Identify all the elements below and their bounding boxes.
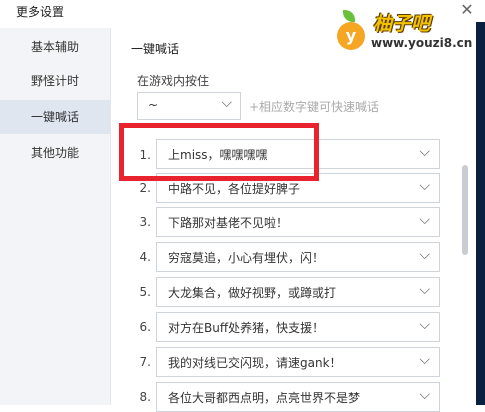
row-number: 7.: [139, 355, 151, 369]
chevron-down-icon: ⌵: [419, 352, 430, 368]
quick-chat-select-5[interactable]: 大龙集合，做好视野，或蹲或打 ⌵: [156, 277, 440, 307]
chevron-down-icon: ⌵: [419, 247, 430, 263]
sidebar-item-label: 基本辅助: [30, 40, 79, 54]
row-number: 2.: [139, 181, 151, 195]
quick-chat-text: 对方在Buff处养猪，快支援！: [168, 321, 325, 335]
sidebar: 基本辅助 野怪计时 一键喊话 其他功能: [0, 28, 111, 405]
quick-chat-text: 中路不见，各位提好脾子: [168, 182, 301, 196]
quick-chat-text: 我的对线已交闪现，请速gank！: [168, 356, 342, 370]
leaf-icon: [343, 10, 355, 22]
hotkey-select[interactable]: ~ ⌵: [137, 92, 241, 120]
scrollbar-thumb[interactable]: [462, 165, 468, 255]
chevron-down-icon: ⌵: [419, 387, 430, 403]
main-panel: 一键喊话 在游戏内按住 ~ ⌵ +相应数字键可快速喊话 1. 上miss，嘿嘿嘿…: [111, 28, 485, 412]
sidebar-item-jungle-timer[interactable]: 野怪计时: [0, 64, 110, 98]
quick-chat-select-6[interactable]: 对方在Buff处养猪，快支援！ ⌵: [156, 312, 440, 342]
watermark-logo: y 柚子吧 www.youzi8.cn: [335, 8, 472, 52]
sidebar-item-other-features[interactable]: 其他功能: [0, 136, 110, 170]
logo-url: www.youzi8.cn: [371, 36, 473, 50]
quick-chat-text: 各位大哥都西点明，点亮世界不是梦: [168, 391, 361, 405]
quick-chat-select-4[interactable]: 穷寇莫追，小心有埋伏，闪！ ⌵: [156, 242, 440, 272]
quick-chat-select-3[interactable]: 下路那对基佬不见啦！ ⌵: [156, 207, 440, 237]
chevron-down-icon: ⌵: [419, 144, 430, 160]
hotkey-help-text: +相应数字键可快速喊话: [249, 100, 380, 114]
row-number: 5.: [139, 285, 151, 299]
logo-name: 柚子吧: [373, 13, 431, 35]
sidebar-item-label: 其他功能: [30, 146, 79, 160]
logo-badge: y: [337, 22, 365, 50]
hotkey-label: 在游戏内按住: [137, 74, 210, 88]
chevron-down-icon: ⌵: [419, 282, 430, 298]
quick-chat-select-8[interactable]: 各位大哥都西点明，点亮世界不是梦 ⌵: [156, 382, 440, 412]
quick-chat-text: 穷寇莫追，小心有埋伏，闪！: [168, 251, 325, 265]
sidebar-item-label: 野怪计时: [30, 74, 79, 88]
chevron-down-icon: ⌵: [419, 178, 430, 194]
hotkey-value: ~: [148, 98, 159, 112]
sidebar-item-label: 一键喊话: [30, 110, 79, 124]
quick-chat-select-7[interactable]: 我的对线已交闪现，请速gank！ ⌵: [156, 347, 440, 377]
quick-chat-text: 下路那对基佬不见啦！: [168, 216, 289, 230]
row-number: 6.: [139, 320, 151, 334]
quick-chat-text: 大龙集合，做好视野，或蹲或打: [168, 286, 337, 300]
chevron-down-icon: ⌵: [419, 317, 430, 333]
row-number: 3.: [139, 215, 151, 229]
highlight-box: [119, 123, 319, 181]
row-number: 4.: [139, 250, 151, 264]
background-edge: [476, 22, 485, 405]
sidebar-item-quick-chat[interactable]: 一键喊话: [0, 100, 110, 134]
chevron-down-icon: ⌵: [221, 95, 232, 111]
row-number: 8.: [139, 390, 151, 404]
sidebar-item-basic-assist[interactable]: 基本辅助: [0, 30, 110, 64]
window-title: 更多设置: [16, 5, 65, 19]
section-title: 一键喊话: [131, 42, 180, 56]
chevron-down-icon: ⌵: [419, 212, 430, 228]
